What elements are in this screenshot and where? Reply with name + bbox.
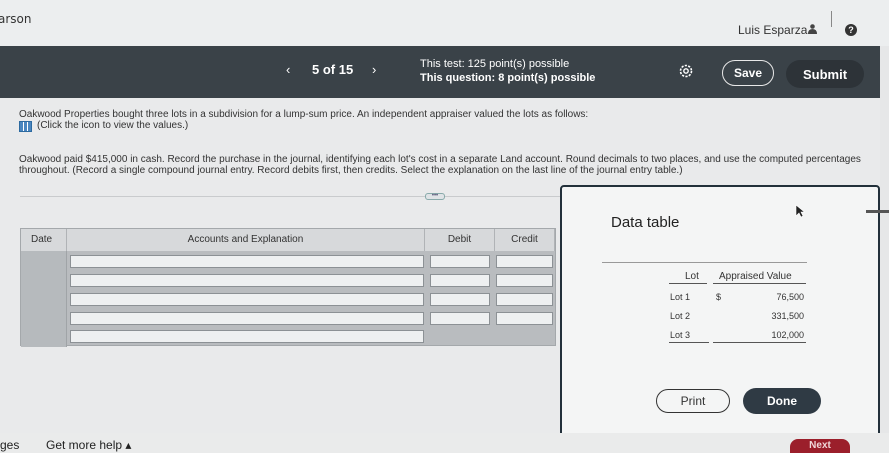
data-table-value: 102,000 [771,330,804,340]
bottom-left-text: ges [0,438,20,452]
credit-input-2[interactable] [496,274,553,287]
question-icon[interactable]: ? [845,24,857,36]
user-name[interactable]: Luis Esparza [738,23,807,37]
journal-header-debit: Debit [425,229,495,251]
currency-symbol: $ [716,292,722,302]
brand-text: arson [0,12,32,26]
data-table-header-value: Appraised Value [719,271,792,282]
prev-question-button[interactable]: ‹ [286,62,290,77]
right-edge-strip [880,46,889,433]
expand-handle[interactable]: ••• [425,193,445,200]
scrollbar-tab[interactable] [866,210,889,213]
debit-input-1[interactable] [430,255,490,268]
account-input-3[interactable] [70,293,424,306]
data-table-lot: Lot 1 [670,292,691,302]
view-values-link[interactable]: (Click the icon to view the values.) [37,120,188,131]
bottom-bar: ges Get more help ▴ Next [0,433,889,453]
top-header: arson Luis Esparza ? [0,0,889,46]
credit-input-4[interactable] [496,312,553,325]
debit-input-4[interactable] [430,312,490,325]
question-points: This question: 8 point(s) possible [420,72,596,84]
save-button[interactable]: Save [722,60,774,86]
journal-table: Date Accounts and Explanation Debit Cred… [20,228,556,347]
person-icon[interactable] [808,24,817,37]
question-intro: Oakwood Properties bought three lots in … [19,109,589,120]
section-divider [20,196,560,197]
submit-button[interactable]: Submit [786,60,864,88]
data-table-value: 331,500 [771,311,804,321]
journal-date-column [21,251,67,347]
data-table-header-rule [669,283,707,284]
credit-input-3[interactable] [496,293,553,306]
credit-input-1[interactable] [496,255,553,268]
data-table-header-rule [713,283,806,284]
data-table-top-rule [602,262,807,263]
question-position[interactable]: 5 of 15 [312,62,353,77]
data-table-lot: Lot 3 [670,330,691,340]
test-points: This test: 125 point(s) possible [420,58,570,70]
data-table-header-lot: Lot [685,271,699,282]
journal-header-accounts: Accounts and Explanation [67,229,425,251]
print-button[interactable]: Print [656,389,730,413]
debit-input-3[interactable] [430,293,490,306]
get-more-help-link[interactable]: Get more help ▴ [46,438,131,452]
question-instructions: Oakwood paid $415,000 in cash. Record th… [19,154,861,176]
data-table-bottom-rule [713,342,806,343]
data-table-popup: Data table Lot Appraised Value Lot 1 $ 7… [560,185,880,443]
table-grid-icon[interactable] [19,121,32,132]
journal-header-credit: Credit [495,229,555,251]
journal-header-date: Date [21,229,67,251]
done-button[interactable]: Done [743,388,821,414]
data-table-bottom-rule [669,342,709,343]
popup-title: Data table [611,214,680,231]
question-navbar: ‹ 5 of 15 › This test: 125 point(s) poss… [0,46,880,98]
debit-input-2[interactable] [430,274,490,287]
account-input-2[interactable] [70,274,424,287]
mouse-cursor-icon [795,204,805,218]
explanation-input[interactable] [70,330,424,343]
next-question-button[interactable]: › [372,62,376,77]
account-input-1[interactable] [70,255,424,268]
data-table-lot: Lot 2 [670,311,691,321]
next-button[interactable]: Next [790,439,850,453]
account-input-4[interactable] [70,312,424,325]
gear-icon[interactable] [678,63,694,79]
data-table-value: 76,500 [776,292,804,302]
header-divider [831,11,832,27]
